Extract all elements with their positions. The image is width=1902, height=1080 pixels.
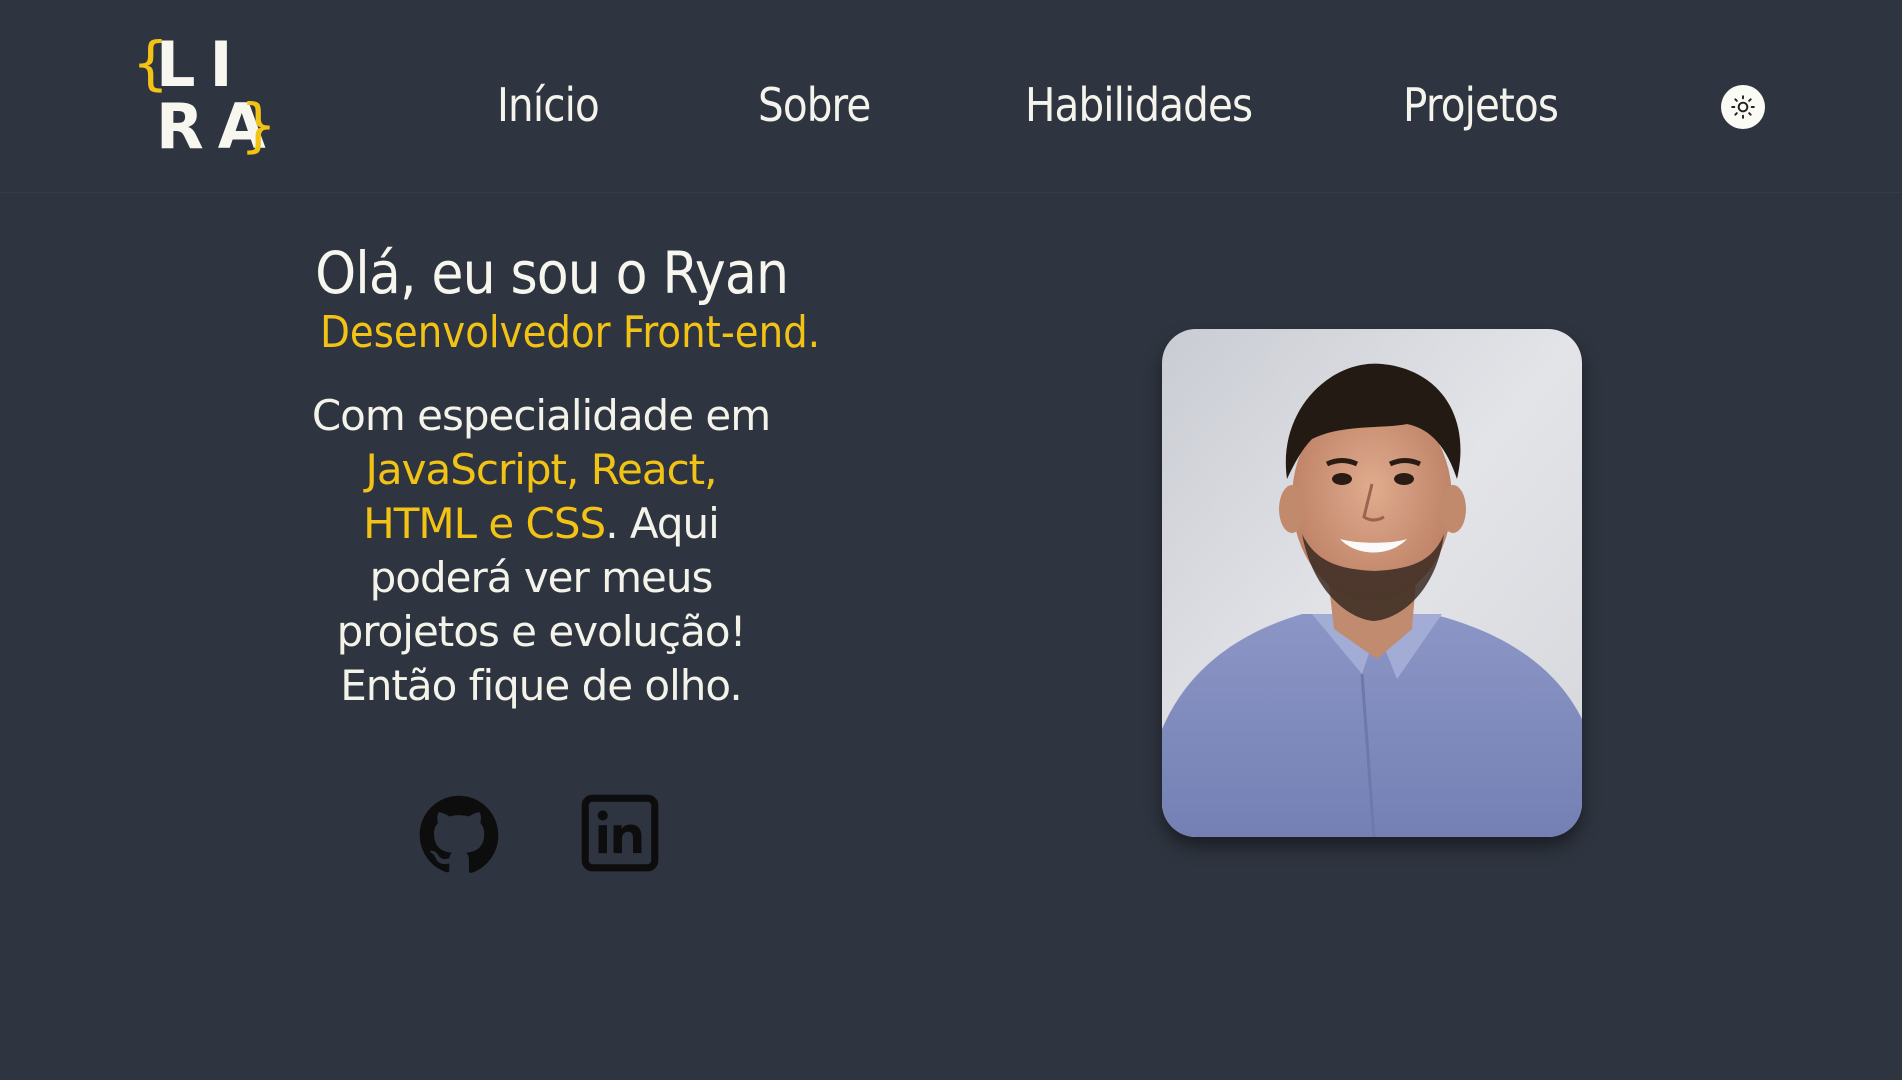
hero-desc-intro: Com especialidade em bbox=[311, 391, 771, 441]
hero-description: Com especialidade em JavaScript, React, … bbox=[306, 389, 776, 713]
hero-role: Desenvolvedor Front-end. bbox=[320, 306, 821, 358]
linkedin-link[interactable] bbox=[581, 794, 663, 876]
social-links bbox=[418, 794, 659, 880]
hero-title: Olá, eu sou o Ryan bbox=[315, 239, 789, 307]
profile-photo bbox=[1162, 329, 1582, 837]
nav-habilidades[interactable]: Habilidades bbox=[1025, 78, 1253, 132]
sun-icon bbox=[1731, 95, 1755, 119]
linkedin-icon bbox=[581, 794, 659, 872]
main-nav: Início Sobre Habilidades Projetos bbox=[0, 78, 1902, 138]
page: { LI RA } Início Sobre Habilidades Proje… bbox=[0, 0, 1902, 1080]
nav-inicio[interactable]: Início bbox=[497, 78, 600, 132]
site-header: { LI RA } Início Sobre Habilidades Proje… bbox=[0, 0, 1902, 193]
theme-toggle-button[interactable] bbox=[1721, 85, 1765, 129]
github-link[interactable] bbox=[418, 794, 500, 876]
profile-photo-illustration bbox=[1162, 329, 1582, 837]
nav-projetos[interactable]: Projetos bbox=[1403, 78, 1559, 132]
github-icon bbox=[419, 795, 499, 873]
nav-sobre[interactable]: Sobre bbox=[758, 78, 871, 132]
hero-section: Olá, eu sou o Ryan Desenvolvedor Front-e… bbox=[290, 239, 821, 713]
